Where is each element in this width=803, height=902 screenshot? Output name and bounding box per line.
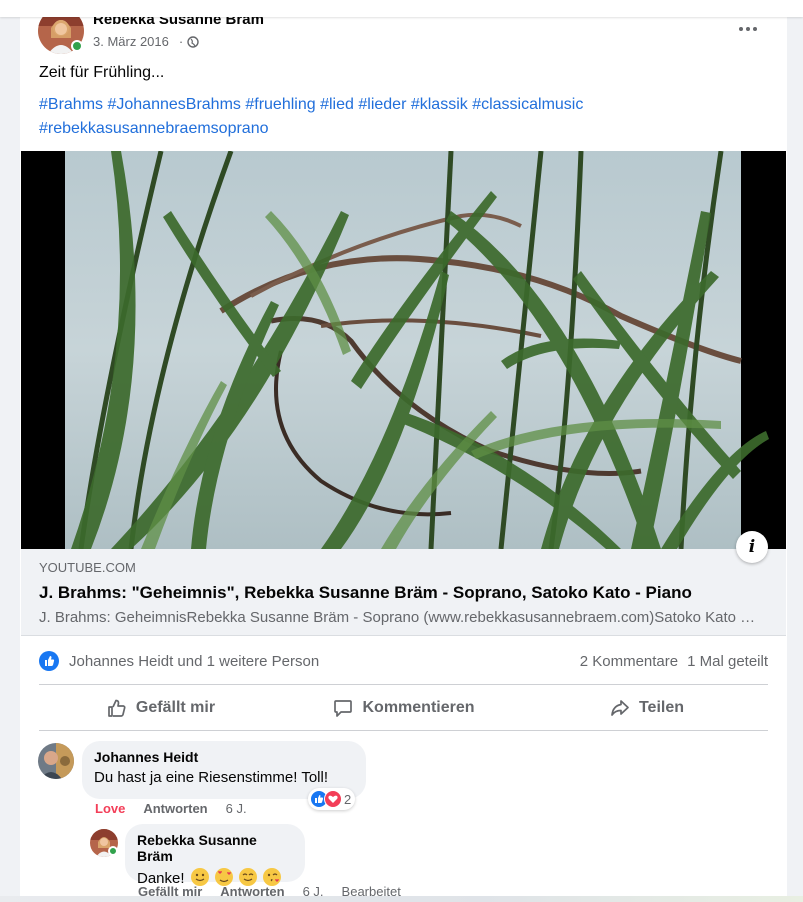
post-card: Rebekka Susanne Bräm 3. März 2016 · Zeit… xyxy=(20,0,787,902)
hashtag-link[interactable]: #classicalmusic xyxy=(472,96,583,113)
video-thumbnail[interactable] xyxy=(21,150,786,550)
comment-reaction-count: 2 xyxy=(344,791,352,807)
like-button[interactable]: Gefällt mir xyxy=(39,690,282,726)
top-bar xyxy=(0,0,803,17)
like-reaction-icon[interactable] xyxy=(39,651,59,671)
online-indicator xyxy=(71,40,83,52)
reply-bubble: Rebekka Susanne Bräm Danke! xyxy=(125,824,305,887)
link-title[interactable]: J. Brahms: "Geheimnis", Rebekka Susanne … xyxy=(39,583,692,603)
post-actions: Gefällt mir Kommentieren Teilen xyxy=(39,690,768,726)
share-arrow-icon xyxy=(611,700,629,716)
heart-reaction-icon xyxy=(324,790,342,808)
comment-button-label: Kommentieren xyxy=(362,699,475,716)
comment-author[interactable]: Johannes Heidt xyxy=(94,749,354,765)
thumbs-up-icon xyxy=(108,699,126,717)
globe-icon[interactable] xyxy=(187,35,199,48)
reactors-names[interactable]: Johannes Heidt und 1 weitere Person xyxy=(69,653,319,670)
more-options-button[interactable] xyxy=(736,17,760,41)
post-date[interactable]: 3. März 2016 xyxy=(93,34,169,49)
comment-time[interactable]: 6 J. xyxy=(226,801,247,816)
comment-bubble-icon xyxy=(334,700,353,717)
comment-reactions[interactable]: 2 xyxy=(308,788,356,810)
reply-link[interactable]: Antworten xyxy=(143,801,207,816)
comment-button[interactable]: Kommentieren xyxy=(282,690,525,726)
hashtag-link[interactable]: #Brahms xyxy=(39,96,103,113)
commenter-avatar-image xyxy=(38,743,74,779)
hashtag-link[interactable]: #fruehling xyxy=(245,96,315,113)
love-reaction-link[interactable]: Love xyxy=(95,801,125,816)
link-preview[interactable]: YOUTUBE.COM J. Brahms: "Geheimnis", Rebe… xyxy=(21,549,786,636)
link-domain: YOUTUBE.COM xyxy=(39,560,136,575)
meta-separator: · xyxy=(178,34,184,49)
comments-count[interactable]: 2 Kommentare xyxy=(580,653,678,670)
share-button[interactable]: Teilen xyxy=(525,690,768,726)
hashtag-link[interactable]: #klassik xyxy=(411,96,468,113)
hashtag-link[interactable]: #rebekkasusannebraemsoprano xyxy=(39,120,268,137)
commenter-avatar[interactable] xyxy=(38,743,74,779)
share-button-label: Teilen xyxy=(638,699,685,716)
divider xyxy=(39,730,768,731)
hashtag-link[interactable]: #JohannesBrahms xyxy=(107,96,240,113)
comment-actions: Love Antworten 6 J. xyxy=(95,801,247,816)
dot-icon xyxy=(739,27,743,31)
reeds-image xyxy=(21,150,786,550)
post-text: Zeit für Frühling... xyxy=(39,64,165,81)
reactions-summary: Johannes Heidt und 1 weitere Person 2 Ko… xyxy=(39,649,768,673)
online-indicator xyxy=(108,846,118,856)
like-button-label: Gefällt mir xyxy=(135,699,216,716)
shares-count[interactable]: 1 Mal geteilt xyxy=(687,653,768,670)
bottom-edge xyxy=(0,896,803,902)
hashtag-link[interactable]: #lieder xyxy=(358,96,406,113)
info-button[interactable]: i xyxy=(736,531,768,563)
link-description: J. Brahms: GeheimnisRebekka Susanne Bräm… xyxy=(39,609,759,626)
comment-text: Du hast ja eine Riesenstimme! Toll! xyxy=(94,769,328,786)
post-meta: 3. März 2016 · xyxy=(93,34,199,49)
post-hashtags: #Brahms #JohannesBrahms #fruehling #lied… xyxy=(39,93,639,141)
reply-author[interactable]: Rebekka Susanne Bräm xyxy=(137,832,293,864)
divider xyxy=(39,684,768,685)
hashtag-link[interactable]: #lied xyxy=(320,96,354,113)
engagement-counts: 2 Kommentare 1 Mal geteilt xyxy=(580,653,768,670)
dot-icon xyxy=(746,27,750,31)
dot-icon xyxy=(753,27,757,31)
